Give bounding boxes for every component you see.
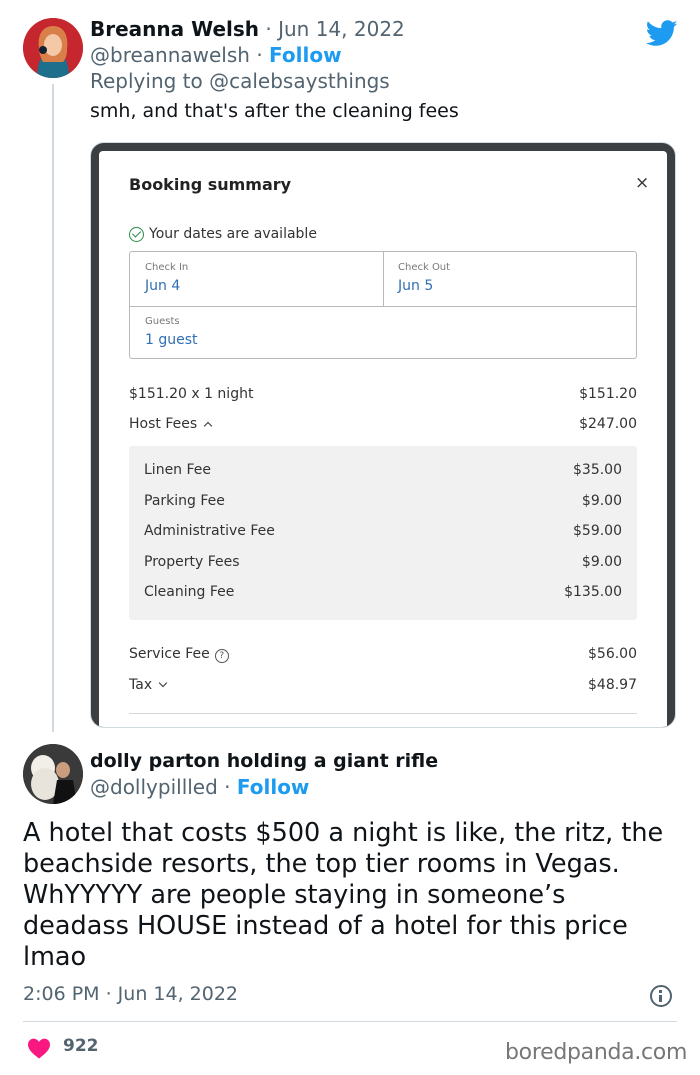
separator-dot: · [259, 17, 279, 41]
separator-dot: · [249, 43, 270, 67]
reply-author-name[interactable]: Breanna Welsh [90, 17, 259, 41]
check-in-label: Check In [145, 262, 189, 273]
separator-dot: · [217, 775, 237, 799]
fee-label: Linen Fee [144, 462, 212, 478]
fee-label: Property Fees [144, 554, 240, 570]
chevron-up-icon [203, 421, 213, 431]
service-fee-amount: $56.00 [588, 646, 637, 662]
tax-label: Tax [129, 677, 168, 693]
check-in-value: Jun 4 [145, 278, 181, 294]
service-fee-label: Service Fee? [129, 646, 229, 663]
attached-screenshot[interactable]: Booking summary × Your dates are availab… [90, 142, 676, 728]
fee-amount: $35.00 [573, 462, 622, 478]
check-circle-icon [129, 226, 144, 242]
help-icon: ? [214, 649, 229, 663]
like-count[interactable]: 922 [63, 1036, 99, 1056]
replying-to-row: Replying to @calebsaysthings [90, 69, 390, 93]
check-out-value: Jun 5 [398, 278, 434, 294]
divider [129, 713, 637, 714]
fee-label: Cleaning Fee [144, 584, 235, 600]
twitter-bird-icon[interactable] [646, 20, 678, 47]
follow-button[interactable]: Follow [237, 775, 310, 799]
original-handle-row: @dollypillled · Follow [90, 775, 309, 799]
fee-label: Administrative Fee [144, 523, 275, 539]
original-author-name[interactable]: dolly parton holding a giant rifle [90, 750, 438, 772]
watermark: boredpanda.com [505, 1040, 688, 1065]
replying-to-mention[interactable]: @calebsaysthings [209, 69, 390, 93]
availability-status: Your dates are available [129, 226, 317, 242]
fee-label: Parking Fee [144, 493, 225, 509]
service-fee-text: Service Fee [129, 646, 210, 662]
guests-label: Guests [145, 316, 180, 327]
check-out-label: Check Out [398, 262, 451, 273]
original-handle[interactable]: @dollypillled [90, 775, 218, 799]
avatar[interactable] [23, 744, 83, 804]
fee-amount: $9.00 [581, 554, 622, 570]
reply-handle[interactable]: @breannawelsh [90, 43, 250, 67]
follow-button[interactable]: Follow [269, 43, 342, 67]
heart-icon[interactable] [27, 1037, 51, 1059]
reply-date[interactable]: Jun 14, 2022 [278, 17, 405, 41]
reply-author-row: Breanna Welsh · Jun 14, 2022 [90, 17, 405, 41]
booking-summary-title: Booking summary [129, 175, 292, 194]
replying-prefix: Replying to [90, 69, 203, 93]
chevron-down-icon [158, 678, 168, 688]
tweet-timestamp[interactable]: 2:06 PM · Jun 14, 2022 [23, 983, 238, 1005]
guests-value: 1 guest [145, 332, 198, 348]
host-fees-amount: $247.00 [579, 416, 637, 432]
tax-amount: $48.97 [588, 677, 637, 693]
host-fees-text: Host Fees [129, 416, 198, 432]
nightly-rate-label: $151.20 x 1 night [129, 386, 254, 402]
fee-amount: $59.00 [573, 523, 622, 539]
reply-handle-row: @breannawelsh · Follow [90, 43, 342, 67]
original-tweet-text: A hotel that costs $500 a night is like,… [23, 818, 664, 972]
booking-summary-panel: Booking summary × Your dates are availab… [99, 151, 667, 727]
host-fees-label: Host Fees [129, 416, 213, 432]
divider [383, 252, 384, 306]
close-icon: × [635, 173, 650, 193]
nightly-rate-amount: $151.20 [579, 386, 637, 402]
info-icon[interactable] [650, 985, 672, 1007]
avatar[interactable] [23, 18, 83, 78]
fee-amount: $135.00 [564, 584, 622, 600]
divider [130, 306, 636, 307]
tax-text: Tax [129, 677, 153, 693]
reply-text: smh, and that's after the cleaning fees [90, 100, 459, 122]
fee-amount: $9.00 [581, 493, 622, 509]
thread-line [52, 84, 54, 732]
divider [23, 1021, 677, 1022]
dates-guests-box: Check In Jun 4 Check Out Jun 5 Guests 1 … [129, 251, 637, 359]
availability-text: Your dates are available [149, 226, 317, 242]
host-fees-breakdown: Linen Fee $35.00 Parking Fee $9.00 Admin… [129, 446, 637, 620]
